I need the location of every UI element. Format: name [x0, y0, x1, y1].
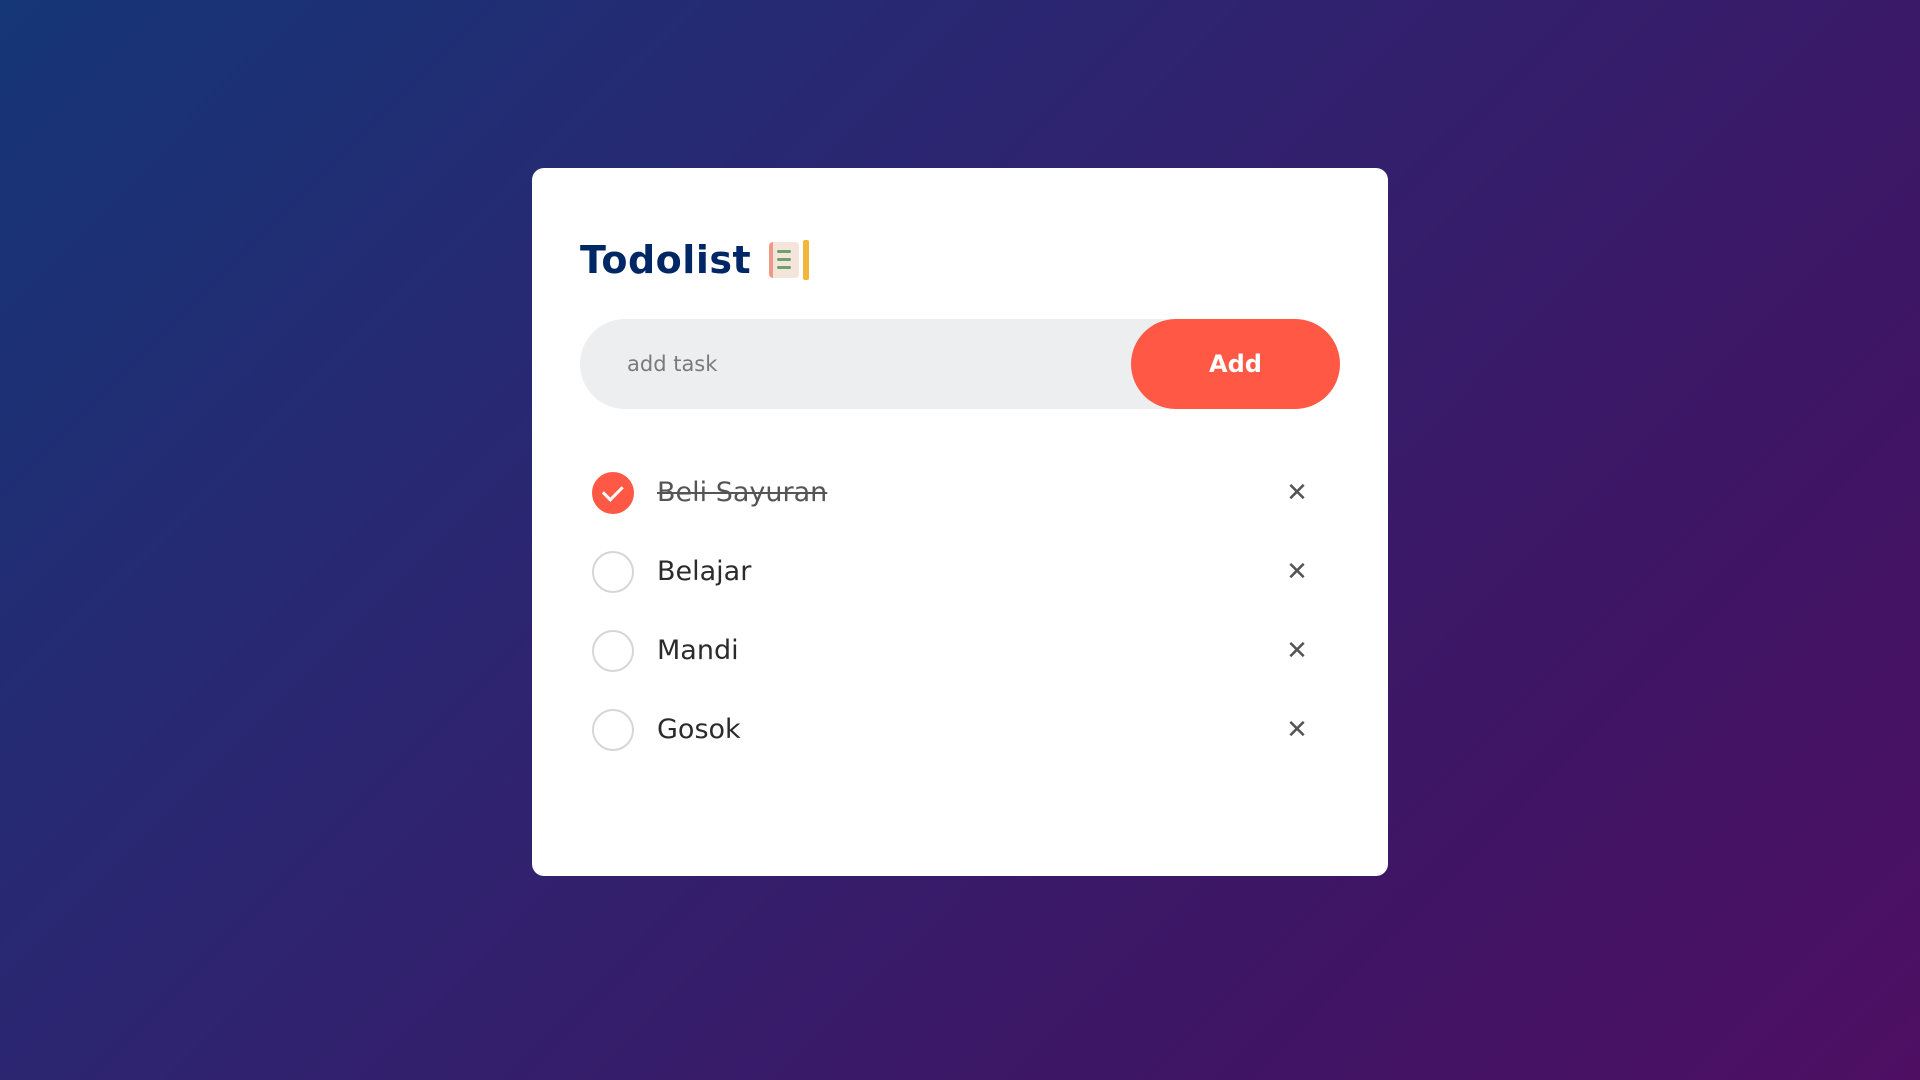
- task-input[interactable]: [580, 319, 1131, 409]
- list-item[interactable]: Belajar ✕: [592, 532, 1332, 611]
- list-item[interactable]: Mandi ✕: [592, 611, 1332, 690]
- check-icon: [601, 479, 624, 502]
- task-checkbox[interactable]: [592, 708, 634, 751]
- task-checkbox[interactable]: [592, 550, 634, 593]
- header: Todolist: [580, 232, 811, 288]
- task-label: Gosok: [657, 714, 741, 745]
- add-button[interactable]: Add: [1131, 319, 1340, 409]
- task-checkbox[interactable]: [592, 629, 634, 672]
- add-task-form: Add: [580, 319, 1340, 409]
- page-title: Todolist: [580, 238, 752, 282]
- task-label: Belajar: [657, 556, 752, 587]
- todo-card: Todolist Add Beli Sayuran ✕ Belajar ✕: [532, 168, 1388, 876]
- task-checkbox[interactable]: [592, 471, 634, 514]
- task-label: Beli Sayuran: [657, 477, 828, 508]
- close-icon[interactable]: ✕: [1282, 478, 1312, 508]
- close-icon[interactable]: ✕: [1282, 715, 1312, 745]
- close-icon[interactable]: ✕: [1282, 636, 1312, 666]
- task-list: Beli Sayuran ✕ Belajar ✕ Mandi ✕ Gosok ✕: [592, 453, 1332, 769]
- notebook-checklist-icon: [769, 240, 811, 280]
- close-icon[interactable]: ✕: [1282, 557, 1312, 587]
- task-label: Mandi: [657, 635, 739, 666]
- list-item[interactable]: Beli Sayuran ✕: [592, 453, 1332, 532]
- list-item[interactable]: Gosok ✕: [592, 690, 1332, 769]
